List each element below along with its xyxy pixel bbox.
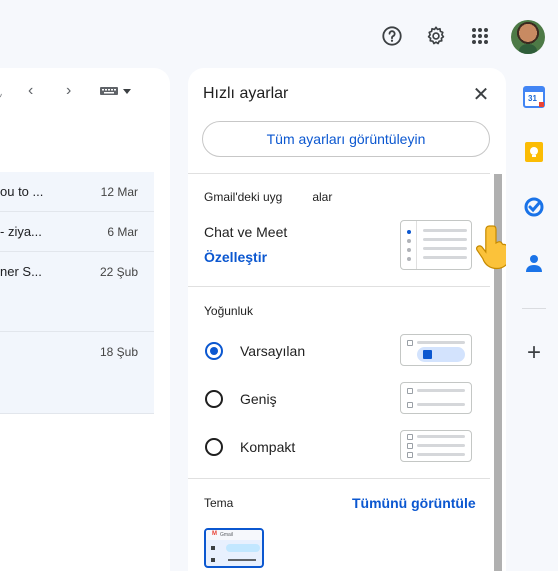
calendar-icon[interactable]: 31 xyxy=(523,86,545,108)
thumb-file-icon xyxy=(423,350,432,359)
gmail-logo-icon: M xyxy=(212,531,217,537)
settings-gear-icon[interactable] xyxy=(422,22,450,50)
input-tools-icon[interactable] xyxy=(99,84,133,103)
quick-settings-panel: Hızlı ayarlar ✕ Tüm ayarları görüntüleyi… xyxy=(188,68,506,571)
thumb-dot xyxy=(407,239,411,243)
mail-list-panel: ◞ ‹ › ou to ... 12 Mar - ziya... 6 Mar n… xyxy=(0,68,170,571)
tasks-icon[interactable] xyxy=(523,196,545,218)
thumb-line xyxy=(423,238,467,241)
apps-in-gmail-label: Gmail'deki uyg alar xyxy=(204,190,332,204)
mail-snippet: ou to ... xyxy=(0,184,44,199)
pointer-hand-icon xyxy=(476,225,506,270)
mail-row[interactable]: - ziya... 6 Mar xyxy=(0,212,154,252)
mail-toolbar: ◞ ‹ › xyxy=(0,68,170,118)
thumb-line xyxy=(417,453,465,456)
thumb-dot xyxy=(407,230,411,234)
mail-row[interactable]: ner S... 22 Şub xyxy=(0,252,154,332)
thumb-checkbox xyxy=(407,388,413,394)
density-compact-label[interactable]: Kompakt xyxy=(240,439,295,455)
divider xyxy=(188,173,490,174)
apps-label-start: Gmail'deki uyg xyxy=(204,190,283,204)
side-divider xyxy=(522,308,546,309)
thumb-line xyxy=(417,341,465,344)
thumb-line xyxy=(423,229,467,232)
thumb-dot xyxy=(407,257,411,261)
mail-row[interactable]: ou to ... 12 Mar xyxy=(0,172,154,212)
divider xyxy=(188,478,490,479)
divider xyxy=(188,286,490,287)
density-compact-thumbnail[interactable] xyxy=(400,430,472,462)
thumb-line xyxy=(417,444,465,447)
density-comfortable-thumbnail[interactable] xyxy=(400,382,472,414)
thumb-rail xyxy=(401,221,417,269)
thumb-icon xyxy=(211,546,215,550)
mail-snippet: - ziya... xyxy=(0,224,42,239)
density-default-radio[interactable] xyxy=(205,342,223,360)
account-avatar[interactable] xyxy=(511,20,545,54)
density-comfortable-radio[interactable] xyxy=(205,390,223,408)
chat-meet-thumbnail xyxy=(400,220,472,270)
add-addon-icon[interactable]: + xyxy=(523,341,545,365)
theme-label: Tema xyxy=(204,496,234,510)
thumb-line xyxy=(228,559,256,561)
mail-row[interactable]: 18 Şub xyxy=(0,332,154,414)
apps-grid-icon[interactable] xyxy=(466,22,494,50)
mail-snippet: ner S... xyxy=(0,264,42,279)
calendar-day: 31 xyxy=(528,94,537,103)
keep-icon[interactable] xyxy=(523,141,545,163)
close-icon[interactable]: ✕ xyxy=(470,84,492,106)
view-all-themes-link[interactable]: Tümünü görüntüle xyxy=(352,495,476,511)
thumb-line xyxy=(417,403,465,406)
thumb-dot xyxy=(407,248,411,252)
mail-date: 6 Mar xyxy=(107,225,138,239)
theme-thumbnail[interactable]: M Gmail xyxy=(204,528,264,568)
customize-link[interactable]: Özelleştir xyxy=(204,249,267,265)
thumb-line xyxy=(417,435,465,438)
density-default-label[interactable]: Varsayılan xyxy=(240,343,305,359)
density-compact-radio[interactable] xyxy=(205,438,223,456)
contacts-icon[interactable] xyxy=(523,252,545,274)
thumb-checkbox xyxy=(407,443,413,449)
thumb-line xyxy=(423,247,467,250)
partial-toolbar-icon[interactable]: ◞ xyxy=(0,86,2,100)
thumb-checkbox xyxy=(407,434,413,440)
mail-date: 18 Şub xyxy=(99,345,138,359)
thumb-line xyxy=(417,389,465,392)
thumb-checkbox xyxy=(407,340,413,346)
see-all-settings-button[interactable]: Tüm ayarları görüntüleyin xyxy=(202,121,490,157)
thumb-checkbox xyxy=(407,402,413,408)
mail-date: 12 Mar xyxy=(100,185,138,199)
density-label: Yoğunluk xyxy=(204,304,253,318)
apps-label-end: alar xyxy=(312,190,333,204)
help-icon[interactable] xyxy=(378,22,406,50)
density-comfortable-label[interactable]: Geniş xyxy=(240,391,277,407)
thumb-icon xyxy=(211,558,215,562)
mail-date: 22 Şub xyxy=(99,265,138,279)
side-panel: 31 + xyxy=(514,68,558,571)
thumb-checkbox xyxy=(407,452,413,458)
prev-page-icon[interactable]: ‹ xyxy=(28,82,33,100)
next-page-icon[interactable]: › xyxy=(66,82,71,100)
density-default-thumbnail[interactable] xyxy=(400,334,472,366)
quick-settings-title: Hızlı ayarlar xyxy=(203,85,289,102)
thumb-pill xyxy=(226,544,260,552)
chat-meet-label: Chat ve Meet xyxy=(204,224,288,240)
thumb-line xyxy=(423,256,467,259)
thumb-app-name: Gmail xyxy=(220,532,234,538)
top-bar xyxy=(0,0,558,68)
